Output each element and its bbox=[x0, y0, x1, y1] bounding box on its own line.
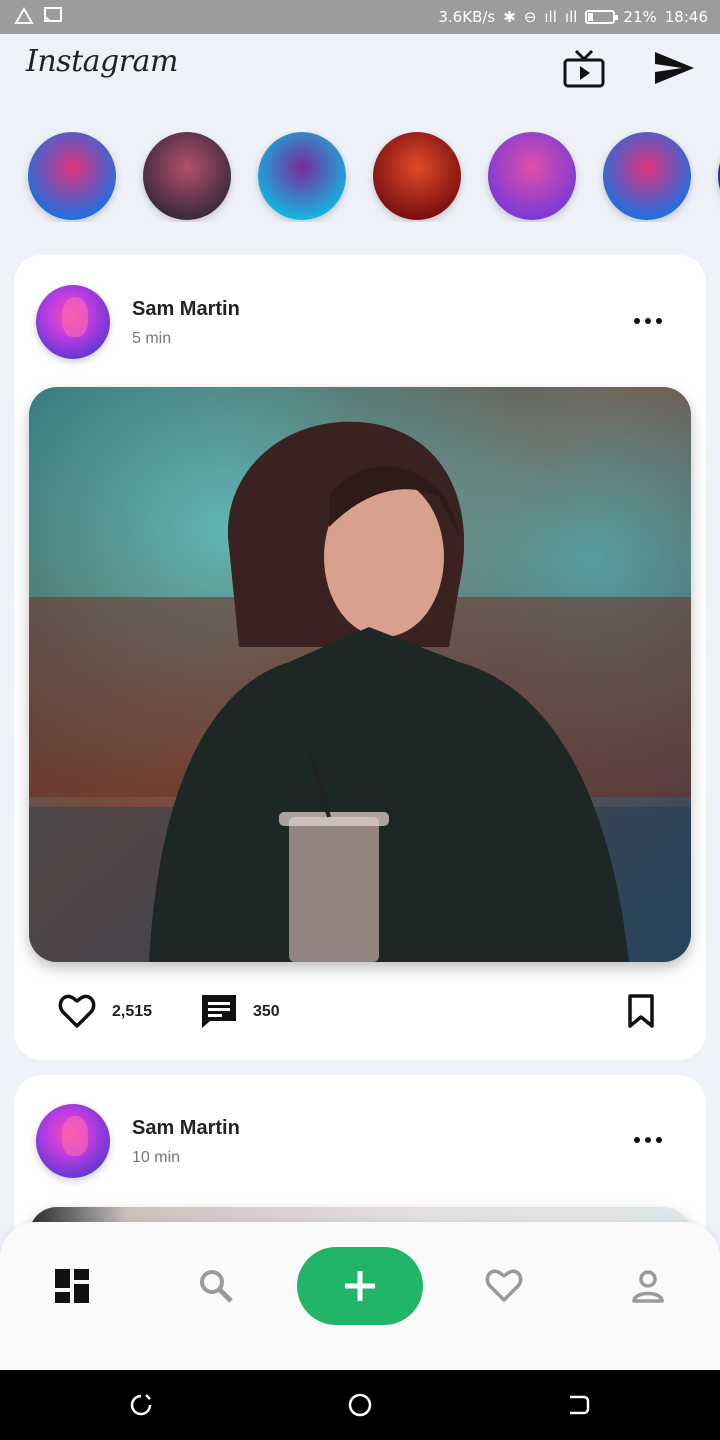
system-nav-bar bbox=[0, 1370, 720, 1440]
more-icon[interactable] bbox=[634, 318, 662, 326]
add-icon bbox=[345, 1271, 375, 1301]
story-avatar[interactable] bbox=[28, 132, 116, 220]
profile-icon[interactable] bbox=[628, 1266, 668, 1306]
story-avatar[interactable] bbox=[603, 132, 691, 220]
bookmark-icon[interactable] bbox=[626, 993, 656, 1034]
send-icon[interactable] bbox=[652, 48, 696, 93]
post-image[interactable] bbox=[29, 387, 691, 962]
warning-icon bbox=[14, 6, 34, 29]
dnd-icon: ⊖ bbox=[523, 8, 537, 26]
heart-icon[interactable] bbox=[58, 993, 96, 1034]
story-avatar[interactable] bbox=[258, 132, 346, 220]
post-username[interactable]: Sam Martin bbox=[132, 1117, 240, 1140]
cast-icon bbox=[44, 7, 62, 29]
story-avatar[interactable] bbox=[143, 132, 231, 220]
network-speed: 3.6KB/s bbox=[438, 8, 496, 26]
battery-icon bbox=[585, 10, 619, 24]
story-avatar[interactable] bbox=[373, 132, 461, 220]
home-icon[interactable] bbox=[347, 1392, 373, 1418]
post-time: 10 min bbox=[132, 1149, 181, 1166]
recents-icon[interactable] bbox=[128, 1392, 154, 1418]
post-time: 5 min bbox=[132, 330, 172, 347]
app-logo: Instagram bbox=[26, 44, 178, 79]
story-avatar[interactable] bbox=[488, 132, 576, 220]
cell-signal-icon: ıll bbox=[564, 8, 578, 26]
bluetooth-icon: ✱ bbox=[503, 8, 516, 26]
clock: 18:46 bbox=[664, 8, 708, 26]
dashboard-icon[interactable] bbox=[52, 1266, 92, 1306]
post-actions: 2,515 350 bbox=[14, 989, 706, 1035]
comment-count: 350 bbox=[253, 1003, 280, 1020]
post-username[interactable]: Sam Martin bbox=[132, 298, 240, 321]
avatar[interactable] bbox=[36, 285, 110, 359]
back-icon[interactable] bbox=[566, 1392, 592, 1418]
wifi-signal-icon: ıll bbox=[544, 8, 557, 26]
tv-icon[interactable] bbox=[562, 48, 606, 95]
heart-icon[interactable] bbox=[484, 1266, 524, 1306]
avatar[interactable] bbox=[36, 1104, 110, 1178]
search-icon[interactable] bbox=[196, 1266, 236, 1306]
status-bar: 3.6KB/s ✱ ⊖ ıll ıll 21% 18:46 bbox=[0, 0, 720, 34]
like-count: 2,515 bbox=[112, 1003, 153, 1020]
battery-percent: 21% bbox=[623, 8, 657, 26]
comment-icon[interactable] bbox=[200, 993, 238, 1034]
bottom-nav bbox=[0, 1222, 720, 1370]
post-card: Sam Martin 5 min 2,515 350 bbox=[14, 255, 706, 1060]
more-icon[interactable] bbox=[634, 1137, 662, 1145]
stories-row bbox=[0, 132, 720, 222]
add-button[interactable] bbox=[297, 1247, 423, 1325]
